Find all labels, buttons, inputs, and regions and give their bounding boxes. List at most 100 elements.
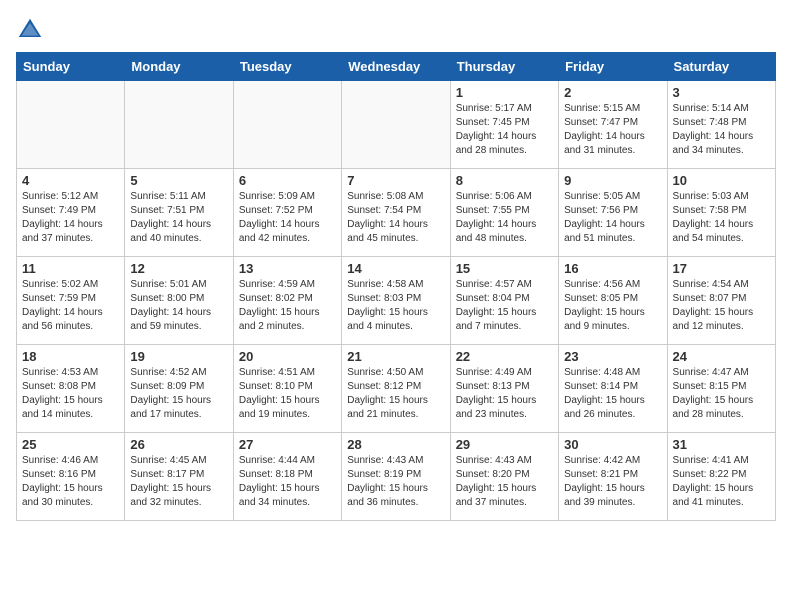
week-row: 18 Sunrise: 4:53 AM Sunset: 8:08 PM Dayli… — [17, 345, 776, 433]
calendar-table: SundayMondayTuesdayWednesdayThursdayFrid… — [16, 52, 776, 521]
day-info: Sunrise: 4:43 AM Sunset: 8:20 PM Dayligh… — [456, 454, 553, 510]
day-info: Sunrise: 4:59 AM Sunset: 8:02 PM Dayligh… — [239, 278, 336, 334]
day-info: Sunrise: 4:54 AM Sunset: 8:07 PM Dayligh… — [673, 278, 770, 334]
day-number: 19 — [130, 349, 227, 364]
day-info: Sunrise: 5:03 AM Sunset: 7:58 PM Dayligh… — [673, 190, 770, 246]
day-number: 15 — [456, 261, 553, 276]
day-number: 3 — [673, 85, 770, 100]
week-row: 25 Sunrise: 4:46 AM Sunset: 8:16 PM Dayli… — [17, 433, 776, 521]
week-row: 1 Sunrise: 5:17 AM Sunset: 7:45 PM Daylig… — [17, 81, 776, 169]
calendar-cell: 15 Sunrise: 4:57 AM Sunset: 8:04 PM Dayli… — [450, 257, 558, 345]
day-info: Sunrise: 4:52 AM Sunset: 8:09 PM Dayligh… — [130, 366, 227, 422]
calendar-cell: 11Sunrise: 5:02 AM Sunset: 7:59 PM Dayli… — [17, 257, 125, 345]
day-info: Sunrise: 4:46 AM Sunset: 8:16 PM Dayligh… — [22, 454, 119, 510]
calendar-cell: 31 Sunrise: 4:41 AM Sunset: 8:22 PM Dayli… — [667, 433, 775, 521]
day-number: 18 — [22, 349, 119, 364]
calendar-cell: 22 Sunrise: 4:49 AM Sunset: 8:13 PM Dayli… — [450, 345, 558, 433]
day-info: Sunrise: 4:41 AM Sunset: 8:22 PM Dayligh… — [673, 454, 770, 510]
day-number: 23 — [564, 349, 661, 364]
day-of-week-header: Saturday — [667, 53, 775, 81]
day-info: Sunrise: 4:48 AM Sunset: 8:14 PM Dayligh… — [564, 366, 661, 422]
day-number: 13 — [239, 261, 336, 276]
calendar-cell: 16 Sunrise: 4:56 AM Sunset: 8:05 PM Dayli… — [559, 257, 667, 345]
calendar-header-row: SundayMondayTuesdayWednesdayThursdayFrid… — [17, 53, 776, 81]
day-number: 11 — [22, 261, 119, 276]
calendar-cell: 30 Sunrise: 4:42 AM Sunset: 8:21 PM Dayli… — [559, 433, 667, 521]
day-info: Sunrise: 4:45 AM Sunset: 8:17 PM Dayligh… — [130, 454, 227, 510]
day-of-week-header: Thursday — [450, 53, 558, 81]
day-number: 30 — [564, 437, 661, 452]
day-info: Sunrise: 5:01 AM Sunset: 8:00 PM Dayligh… — [130, 278, 227, 334]
day-info: Sunrise: 5:11 AM Sunset: 7:51 PM Dayligh… — [130, 190, 227, 246]
day-number: 6 — [239, 173, 336, 188]
day-number: 12 — [130, 261, 227, 276]
day-number: 8 — [456, 173, 553, 188]
day-info: Sunrise: 4:57 AM Sunset: 8:04 PM Dayligh… — [456, 278, 553, 334]
day-of-week-header: Tuesday — [233, 53, 341, 81]
day-number: 31 — [673, 437, 770, 452]
day-number: 29 — [456, 437, 553, 452]
day-info: Sunrise: 5:12 AM Sunset: 7:49 PM Dayligh… — [22, 190, 119, 246]
day-info: Sunrise: 4:56 AM Sunset: 8:05 PM Dayligh… — [564, 278, 661, 334]
calendar-cell — [342, 81, 450, 169]
day-of-week-header: Sunday — [17, 53, 125, 81]
calendar-cell: 28 Sunrise: 4:43 AM Sunset: 8:19 PM Dayli… — [342, 433, 450, 521]
day-number: 26 — [130, 437, 227, 452]
calendar-cell: 3 Sunrise: 5:14 AM Sunset: 7:48 PM Daylig… — [667, 81, 775, 169]
calendar-cell: 13 Sunrise: 4:59 AM Sunset: 8:02 PM Dayli… — [233, 257, 341, 345]
day-number: 17 — [673, 261, 770, 276]
day-number: 4 — [22, 173, 119, 188]
day-info: Sunrise: 5:17 AM Sunset: 7:45 PM Dayligh… — [456, 102, 553, 158]
day-info: Sunrise: 4:58 AM Sunset: 8:03 PM Dayligh… — [347, 278, 444, 334]
calendar-cell — [125, 81, 233, 169]
day-number: 21 — [347, 349, 444, 364]
calendar-cell: 23 Sunrise: 4:48 AM Sunset: 8:14 PM Dayli… — [559, 345, 667, 433]
day-number: 7 — [347, 173, 444, 188]
calendar-cell: 1 Sunrise: 5:17 AM Sunset: 7:45 PM Daylig… — [450, 81, 558, 169]
calendar-cell: 17 Sunrise: 4:54 AM Sunset: 8:07 PM Dayli… — [667, 257, 775, 345]
day-number: 28 — [347, 437, 444, 452]
logo-icon — [16, 16, 44, 44]
day-number: 16 — [564, 261, 661, 276]
day-info: Sunrise: 5:08 AM Sunset: 7:54 PM Dayligh… — [347, 190, 444, 246]
day-number: 27 — [239, 437, 336, 452]
calendar-cell: 27 Sunrise: 4:44 AM Sunset: 8:18 PM Dayli… — [233, 433, 341, 521]
day-of-week-header: Wednesday — [342, 53, 450, 81]
day-number: 20 — [239, 349, 336, 364]
calendar-cell — [233, 81, 341, 169]
calendar-cell: 14Sunrise: 4:58 AM Sunset: 8:03 PM Dayli… — [342, 257, 450, 345]
calendar-cell: 2Sunrise: 5:15 AM Sunset: 7:47 PM Daylig… — [559, 81, 667, 169]
day-info: Sunrise: 4:47 AM Sunset: 8:15 PM Dayligh… — [673, 366, 770, 422]
calendar-cell: 18 Sunrise: 4:53 AM Sunset: 8:08 PM Dayli… — [17, 345, 125, 433]
day-info: Sunrise: 4:43 AM Sunset: 8:19 PM Dayligh… — [347, 454, 444, 510]
calendar-cell: 4 Sunrise: 5:12 AM Sunset: 7:49 PM Daylig… — [17, 169, 125, 257]
day-info: Sunrise: 4:50 AM Sunset: 8:12 PM Dayligh… — [347, 366, 444, 422]
calendar-cell: 20 Sunrise: 4:51 AM Sunset: 8:10 PM Dayli… — [233, 345, 341, 433]
day-info: Sunrise: 5:09 AM Sunset: 7:52 PM Dayligh… — [239, 190, 336, 246]
page-header — [16, 16, 776, 44]
calendar-cell: 6 Sunrise: 5:09 AM Sunset: 7:52 PM Daylig… — [233, 169, 341, 257]
day-info: Sunrise: 4:53 AM Sunset: 8:08 PM Dayligh… — [22, 366, 119, 422]
day-number: 22 — [456, 349, 553, 364]
day-number: 5 — [130, 173, 227, 188]
calendar-cell: 26 Sunrise: 4:45 AM Sunset: 8:17 PM Dayli… — [125, 433, 233, 521]
logo — [16, 16, 48, 44]
calendar-cell: 7 Sunrise: 5:08 AM Sunset: 7:54 PM Daylig… — [342, 169, 450, 257]
calendar-cell: 9Sunrise: 5:05 AM Sunset: 7:56 PM Daylig… — [559, 169, 667, 257]
day-number: 2 — [564, 85, 661, 100]
day-info: Sunrise: 4:51 AM Sunset: 8:10 PM Dayligh… — [239, 366, 336, 422]
calendar-cell: 5 Sunrise: 5:11 AM Sunset: 7:51 PM Daylig… — [125, 169, 233, 257]
day-number: 1 — [456, 85, 553, 100]
day-info: Sunrise: 4:44 AM Sunset: 8:18 PM Dayligh… — [239, 454, 336, 510]
calendar-cell: 24Sunrise: 4:47 AM Sunset: 8:15 PM Dayli… — [667, 345, 775, 433]
day-info: Sunrise: 4:49 AM Sunset: 8:13 PM Dayligh… — [456, 366, 553, 422]
calendar-cell: 10Sunrise: 5:03 AM Sunset: 7:58 PM Dayli… — [667, 169, 775, 257]
day-of-week-header: Monday — [125, 53, 233, 81]
day-info: Sunrise: 5:05 AM Sunset: 7:56 PM Dayligh… — [564, 190, 661, 246]
week-row: 11Sunrise: 5:02 AM Sunset: 7:59 PM Dayli… — [17, 257, 776, 345]
day-info: Sunrise: 4:42 AM Sunset: 8:21 PM Dayligh… — [564, 454, 661, 510]
day-number: 25 — [22, 437, 119, 452]
calendar-cell: 21 Sunrise: 4:50 AM Sunset: 8:12 PM Dayli… — [342, 345, 450, 433]
calendar-cell: 25 Sunrise: 4:46 AM Sunset: 8:16 PM Dayli… — [17, 433, 125, 521]
day-info: Sunrise: 5:14 AM Sunset: 7:48 PM Dayligh… — [673, 102, 770, 158]
